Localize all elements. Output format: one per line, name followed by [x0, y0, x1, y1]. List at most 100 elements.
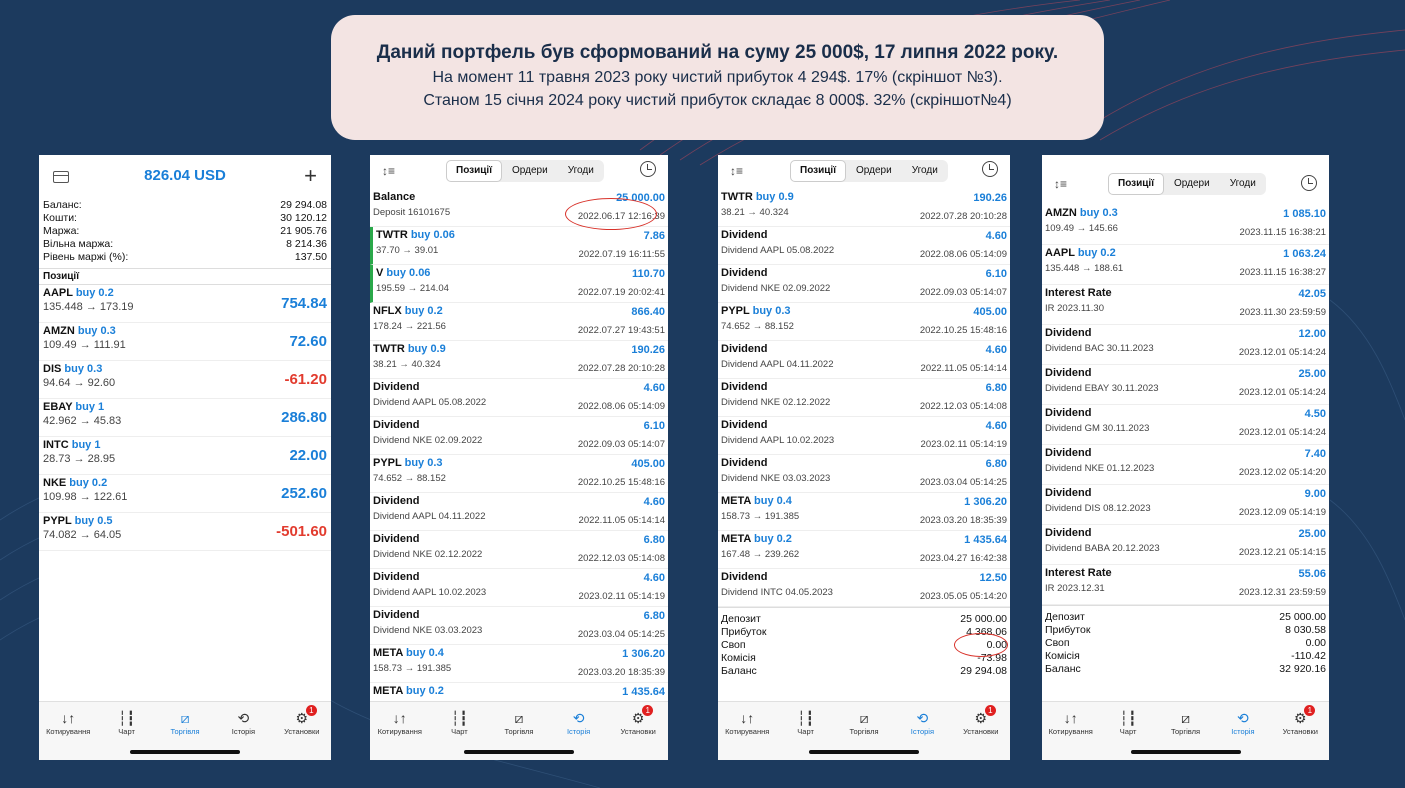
- settings-icon: ⚙: [295, 710, 309, 726]
- history-symbol: PYPL: [373, 457, 402, 469]
- history-row[interactable]: META buy 0.2 167.48 → 239.262 1 435.64 2023…: [718, 531, 1010, 569]
- history-symbol: TWTR: [376, 229, 408, 241]
- history-side: buy 0.2: [404, 305, 443, 317]
- segment-deals[interactable]: Угоди: [558, 160, 604, 182]
- history-date: 2022.10.25 15:48:16: [577, 477, 665, 488]
- history-row[interactable]: Dividend Dividend DIS 08.12.2023 9.00 2023.…: [1042, 485, 1329, 525]
- position-row[interactable]: DIS buy 0.3 94.64 → 92.60 -61.20: [39, 361, 331, 399]
- history-symbol: Balance: [373, 191, 416, 203]
- segment-deals[interactable]: Угоди: [1220, 173, 1266, 195]
- history-row[interactable]: Dividend Dividend BABA 20.12.2023 25.00 202…: [1042, 525, 1329, 565]
- history-date: 2022.07.28 20:10:28: [919, 211, 1007, 222]
- chart-icon: ┆┇: [118, 710, 136, 726]
- history-row[interactable]: TWTR buy 0.9 38.21 → 40.324 190.26 2022.07.…: [718, 189, 1010, 227]
- history-row[interactable]: Dividend Dividend AAPL 10.02.2023 4.60 2023…: [370, 569, 668, 607]
- history-symbol: Dividend: [1045, 447, 1092, 459]
- history-symbol: Dividend: [721, 343, 768, 355]
- history-row[interactable]: Dividend Dividend GM 30.11.2023 4.50 2023.1…: [1042, 405, 1329, 445]
- history-row[interactable]: META buy 0.4 158.73 → 191.385 1 306.20 2023…: [370, 645, 668, 683]
- history-row[interactable]: Dividend Dividend AAPL 04.11.2022 4.60 2022…: [370, 493, 668, 531]
- history-row[interactable]: Interest Rate IR 2023.12.31 55.06 2023.12.3…: [1042, 565, 1329, 605]
- history-row[interactable]: AMZN buy 0.3 109.49 → 145.66 1 085.10 2023.…: [1042, 205, 1329, 245]
- tab-settings[interactable]: ⚙ Установки 1: [273, 702, 331, 760]
- summary-label: Прибуток: [1045, 624, 1091, 636]
- history-row[interactable]: Dividend Dividend NKE 02.09.2022 6.10 2022.…: [718, 265, 1010, 303]
- position-row[interactable]: PYPL buy 0.5 74.082 → 64.05 -501.60: [39, 513, 331, 551]
- tab-quotes[interactable]: ↓↑ Котирування: [718, 702, 776, 760]
- clock-icon[interactable]: [640, 161, 656, 177]
- history-row[interactable]: Dividend Dividend AAPL 10.02.2023 4.60 2023…: [718, 417, 1010, 455]
- history-row[interactable]: TWTR buy 0.06 37.70 → 39.01 7.86 2022.07.19…: [370, 227, 668, 265]
- clock-icon[interactable]: [982, 161, 998, 177]
- position-profit: 252.60: [281, 485, 327, 502]
- history-row[interactable]: Dividend Dividend NKE 03.03.2023 6.80 2023.…: [718, 455, 1010, 493]
- history-row[interactable]: Dividend Dividend AAPL 05.08.2022 4.60 2022…: [370, 379, 668, 417]
- history-symbol: TWTR: [373, 343, 405, 355]
- history-row[interactable]: PYPL buy 0.3 74.652 → 88.152 405.00 2022.10…: [718, 303, 1010, 341]
- history-row[interactable]: Dividend Dividend EBAY 30.11.2023 25.00 202…: [1042, 365, 1329, 405]
- position-row[interactable]: INTC buy 1 28.73 → 28.95 22.00: [39, 437, 331, 475]
- history-row[interactable]: PYPL buy 0.3 74.652 → 88.152 405.00 2022.10…: [370, 455, 668, 493]
- tab-bar: ↓↑ Котирування ┆┇ Чарт ⧄ Торгівля ⟲ Історія ⚙ Уст…: [370, 701, 668, 760]
- history-amount: 55.06: [1298, 568, 1326, 580]
- history-row[interactable]: META buy 0.4 158.73 → 191.385 1 306.20 2023…: [718, 493, 1010, 531]
- history-title: Dividend: [721, 267, 1007, 279]
- clock-icon[interactable]: [1301, 175, 1317, 191]
- segment-orders[interactable]: Ордери: [502, 160, 558, 182]
- tab-label: Установки: [284, 727, 320, 736]
- tab-quotes[interactable]: ↓↑ Котирування: [39, 702, 97, 760]
- history-row[interactable]: Interest Rate IR 2023.11.30 42.05 2023.11.3…: [1042, 285, 1329, 325]
- tab-label: Установки: [1282, 727, 1318, 736]
- history-header: ↕≡ Позиції Ордери Угоди: [718, 155, 1010, 189]
- account-value: 21 905.76: [280, 225, 327, 237]
- position-symbol: EBAY: [43, 401, 73, 413]
- tab-quotes[interactable]: ↓↑ Котирування: [1042, 702, 1099, 760]
- history-row[interactable]: Dividend Dividend NKE 01.12.2023 7.40 2023.…: [1042, 445, 1329, 485]
- tab-label: Історія: [1231, 727, 1255, 736]
- history-row[interactable]: Dividend Dividend INTC 04.05.2023 12.50 202…: [718, 569, 1010, 607]
- sort-icon[interactable]: ↕≡: [730, 164, 743, 178]
- segment-positions[interactable]: Позиції: [790, 160, 847, 182]
- history-date: 2022.08.06 05:14:09: [577, 401, 665, 412]
- history-row[interactable]: Dividend Dividend NKE 02.12.2022 6.80 2022.…: [370, 531, 668, 569]
- history-title: Interest Rate: [1045, 287, 1326, 299]
- trade-icon: ⧄: [1181, 710, 1190, 726]
- history-row[interactable]: Dividend Dividend NKE 02.09.2022 6.10 2022.…: [370, 417, 668, 455]
- segment-positions[interactable]: Позиції: [1108, 173, 1165, 195]
- segment-orders[interactable]: Ордери: [1164, 173, 1220, 195]
- segment-orders[interactable]: Ордери: [846, 160, 902, 182]
- history-row[interactable]: NFLX buy 0.2 178.24 → 221.56 866.40 2022.07…: [370, 303, 668, 341]
- history-row[interactable]: Dividend Dividend NKE 02.12.2022 6.80 2022.…: [718, 379, 1010, 417]
- history-row[interactable]: Dividend Dividend BAC 30.11.2023 12.00 2023…: [1042, 325, 1329, 365]
- history-date: 2023.11.30 23:59:59: [1239, 307, 1326, 318]
- tab-settings[interactable]: ⚙ Установки 1: [952, 702, 1010, 760]
- history-row[interactable]: TWTR buy 0.9 38.21 → 40.324 190.26 2022.07.…: [370, 341, 668, 379]
- segment-deals[interactable]: Угоди: [902, 160, 948, 182]
- history-amount: 4.50: [1304, 408, 1326, 420]
- history-side: buy 0.9: [407, 343, 446, 355]
- history-row[interactable]: Dividend Dividend NKE 03.03.2023 6.80 2023.…: [370, 607, 668, 645]
- history-row[interactable]: Dividend Dividend AAPL 04.11.2022 4.60 2022…: [718, 341, 1010, 379]
- sort-icon[interactable]: ↕≡: [1054, 177, 1067, 191]
- history-row[interactable]: V buy 0.06 195.59 → 214.04 110.70 2022.07.1…: [370, 265, 668, 303]
- position-row[interactable]: AAPL buy 0.2 135.448 → 173.19 754.84: [39, 285, 331, 323]
- tab-settings[interactable]: ⚙ Установки 1: [1272, 702, 1329, 760]
- tab-label: Установки: [620, 727, 656, 736]
- history-row[interactable]: Dividend Dividend AAPL 05.08.2022 4.60 2022…: [718, 227, 1010, 265]
- position-row[interactable]: EBAY buy 1 42.962 → 45.83 286.80: [39, 399, 331, 437]
- history-amount: 6.80: [643, 610, 665, 622]
- summary-label: Депозит: [1045, 611, 1085, 623]
- history-row[interactable]: AAPL buy 0.2 135.448 → 188.61 1 063.24 2023…: [1042, 245, 1329, 285]
- screenshot-history-1: ↕≡ Позиції Ордери Угоди Balance Deposit 161…: [370, 155, 668, 760]
- summary-label: Баланс: [721, 665, 757, 677]
- position-row[interactable]: NKE buy 0.2 109.98 → 122.61 252.60: [39, 475, 331, 513]
- sort-icon[interactable]: ↕≡: [382, 164, 395, 178]
- segment-positions[interactable]: Позиції: [446, 160, 503, 182]
- plus-icon[interactable]: +: [304, 163, 317, 189]
- tab-settings[interactable]: ⚙ Установки 1: [608, 702, 668, 760]
- tab-quotes[interactable]: ↓↑ Котирування: [370, 702, 430, 760]
- history-amount: 1 085.10: [1283, 208, 1326, 220]
- position-symbol: AMZN: [43, 325, 75, 337]
- summary-label: Своп: [721, 639, 746, 651]
- position-row[interactable]: AMZN buy 0.3 109.49 → 111.91 72.60: [39, 323, 331, 361]
